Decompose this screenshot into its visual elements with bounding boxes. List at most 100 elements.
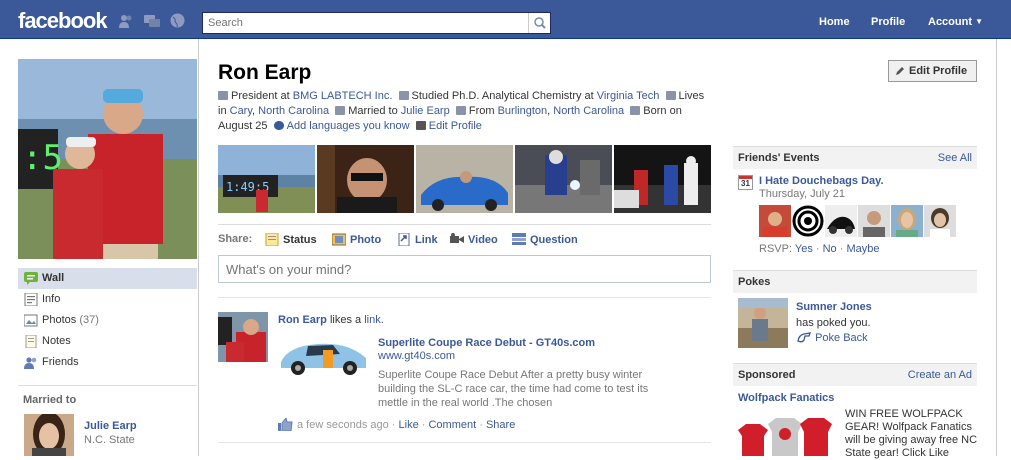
state-link[interactable]: North Carolina	[258, 105, 329, 117]
photo-thumbnail[interactable]: 1:49:5	[218, 145, 315, 213]
share-status-label: Status	[283, 234, 317, 246]
story-verb: likes a	[326, 314, 365, 326]
event-guest-avatar[interactable]	[924, 205, 956, 237]
event-guest-avatar[interactable]	[825, 205, 857, 237]
event-guest-avatar[interactable]	[891, 205, 923, 237]
profile-info-line: President at BMG LABTECH Inc. Studied Ph…	[218, 90, 705, 132]
attachment-title-link[interactable]: Superlite Coupe Race Debut - GT40s.com	[378, 337, 595, 349]
edit-profile-button[interactable]: Edit Profile	[888, 60, 977, 82]
publisher-share-bar: Share: Status Photo Link Video Question	[218, 224, 711, 254]
left-nav-label: Info	[42, 293, 61, 305]
add-languages-link[interactable]: Add languages you know	[287, 120, 410, 132]
story-footer: a few seconds ago · Like · Comment · Sha…	[278, 418, 515, 431]
event-title-link[interactable]: I Hate Douchebags Day.	[759, 175, 884, 187]
photo-thumbnail[interactable]	[614, 145, 711, 213]
pencil-icon	[896, 67, 904, 75]
left-nav-photos[interactable]: Photos (37)	[18, 310, 197, 331]
poke-hand-icon	[797, 332, 811, 343]
poke-back-link[interactable]: Poke Back	[796, 331, 868, 344]
spouse-avatar[interactable]	[24, 414, 74, 456]
share-photo-tab[interactable]: Photo	[332, 233, 381, 246]
event-guest-avatar[interactable]	[759, 205, 791, 237]
photo-thumbnail[interactable]	[416, 145, 513, 213]
story-headline: Ron Earp likes a link.	[278, 314, 384, 326]
story-object-link[interactable]: link	[364, 314, 381, 326]
poke-message: has poked you.	[796, 317, 871, 329]
search-input[interactable]	[203, 13, 523, 33]
notifications-globe-icon[interactable]	[170, 13, 185, 28]
share-link[interactable]: Share	[486, 419, 515, 431]
comment-link[interactable]: Comment	[428, 419, 476, 431]
video-camera-icon	[450, 233, 464, 243]
city-link[interactable]: Cary	[230, 105, 252, 117]
edit-profile-link[interactable]: Edit Profile	[429, 120, 482, 132]
photo-thumbnail[interactable]	[515, 145, 612, 213]
nav-home[interactable]: Home	[819, 16, 850, 28]
status-icon	[265, 233, 279, 246]
status-input[interactable]	[218, 255, 711, 283]
event-guest-avatar[interactable]	[792, 205, 824, 237]
share-link-label: Link	[415, 234, 438, 246]
wall-icon	[24, 272, 38, 285]
create-ad-link[interactable]: Create an Ad	[908, 364, 972, 386]
messages-icon[interactable]	[144, 14, 160, 28]
work-link[interactable]: BMG LABTECH Inc.	[293, 90, 393, 102]
event-date: Thursday, July 21	[759, 188, 846, 200]
left-nav-label: Notes	[42, 335, 71, 347]
ad-title-link[interactable]: Wolfpack Fanatics	[738, 392, 834, 404]
question-icon	[512, 233, 526, 245]
friends-events-header: Friends' Events See All	[733, 146, 977, 169]
attachment-url-link[interactable]: www.gt40s.com	[378, 350, 455, 362]
story-author-avatar[interactable]	[218, 312, 268, 362]
share-status-tab[interactable]: Status	[265, 233, 317, 246]
feed-divider	[218, 297, 711, 298]
share-question-tab[interactable]: Question	[512, 233, 578, 246]
house-icon	[665, 91, 676, 100]
left-nav-wall[interactable]: Wall	[18, 268, 197, 289]
photos-count: (37)	[79, 314, 99, 326]
hometown-state-link[interactable]: North Carolina	[553, 105, 624, 117]
left-nav-friends[interactable]: Friends	[18, 352, 197, 373]
story-actor-link[interactable]: Ron Earp	[278, 314, 327, 326]
edit-profile-label: Edit Profile	[909, 65, 968, 77]
profile-name: Ron Earp	[218, 61, 312, 84]
photo-thumbnail[interactable]	[317, 145, 414, 213]
hometown-link[interactable]: Burlington	[498, 105, 548, 117]
share-label: Share:	[218, 233, 253, 245]
share-question-label: Question	[530, 234, 578, 246]
search-button[interactable]	[528, 13, 550, 33]
friend-requests-icon[interactable]	[118, 14, 134, 28]
spouse-name-link[interactable]: Julie Earp	[84, 420, 137, 432]
attachment-thumbnail[interactable]	[278, 332, 369, 380]
pokes-title: Pokes	[738, 276, 771, 288]
see-all-events-link[interactable]: See All	[938, 147, 972, 169]
married-prefix: Married to	[348, 105, 401, 117]
poker-name-link[interactable]: Sumner Jones	[796, 301, 872, 313]
school-link[interactable]: Virginia Tech	[597, 90, 660, 102]
rsvp-yes-link[interactable]: Yes	[795, 243, 813, 255]
nav-account[interactable]: Account ▼	[928, 16, 983, 28]
rsvp-no-link[interactable]: No	[823, 243, 837, 255]
search-box	[202, 12, 551, 34]
rsvp-maybe-link[interactable]: Maybe	[846, 243, 879, 255]
event-guest-avatar[interactable]	[858, 205, 890, 237]
work-prefix: President at	[231, 90, 293, 102]
left-nav-info[interactable]: Info	[18, 289, 197, 310]
like-link[interactable]: Like	[399, 419, 419, 431]
profile-picture[interactable]: :5	[18, 59, 197, 259]
spouse-link[interactable]: Julie Earp	[401, 105, 450, 117]
rsvp-row: RSVP: Yes · No · Maybe	[759, 243, 880, 255]
nav-profile[interactable]: Profile	[871, 16, 905, 28]
spouse-school: N.C. State	[84, 434, 135, 446]
study-prefix: Studied Ph.D. Analytical Chemistry at	[411, 90, 597, 102]
ad-image[interactable]	[738, 410, 838, 456]
story-timestamp[interactable]: a few seconds ago	[297, 419, 389, 431]
share-link-tab[interactable]: Link	[397, 233, 438, 246]
left-nav-label: Wall	[42, 272, 65, 284]
poker-avatar[interactable]	[738, 298, 788, 348]
facebook-logo[interactable]: facebook	[18, 8, 108, 34]
left-nav-notes[interactable]: Notes	[18, 331, 197, 352]
left-nav-label: Friends	[42, 356, 79, 368]
pokes-header: Pokes	[733, 270, 977, 293]
share-video-tab[interactable]: Video	[450, 233, 498, 246]
